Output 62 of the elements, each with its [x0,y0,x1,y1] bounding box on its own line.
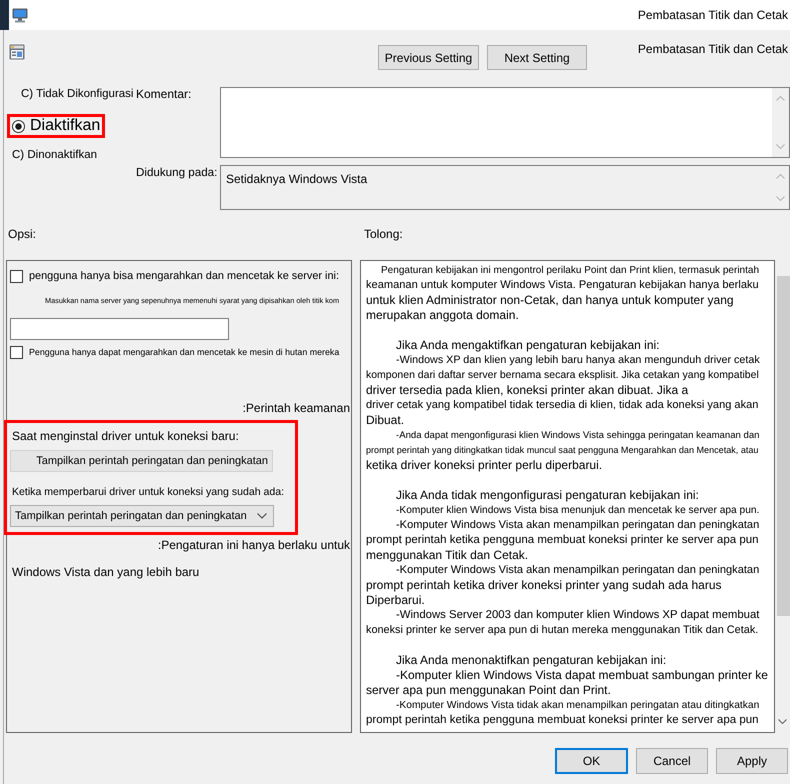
help-text-line: prompt perintah ketika pengguna membuat koneksi printer ke server apa pun [366,533,759,548]
window-title: Pembatasan Titik dan Cetak [638,8,788,22]
checkbox[interactable] [10,346,23,358]
help-text-line: komponen dari daftar server bernama secara eksplisit. Jika cetakan yang kompatibel [366,369,759,383]
help-text-line: -Komputer Windows Vista akan menampilkan peringatan dan peningkatan [396,518,760,533]
prompt-dropdown[interactable]: Tampilkan perintah peringatan dan peningkatan [10,450,273,472]
computer-icon [12,8,28,22]
help-text-line: prompt perintah ketika driver koneksi printer yang sudah ada harus [366,578,722,593]
section-heading: :Perintah keamanan [242,401,350,415]
help-text-line: prompt perintah ketika pengguna membuat koneksi printer ke server apa pun [366,713,759,728]
help-text-line: -Windows XP dan klien yang lebih baru hanya akan mengunduh driver cetak [396,353,760,368]
desktop-edge [0,0,9,30]
help-text-line: keamanan untuk komputer Windows Vista. Pengaturan kebijakan hanya berlaku [366,278,759,293]
help-text-line: driver cetak yang kompatibel tidak tersedia di klien, tidak ada koneksi yang akan [366,398,758,413]
help-text-line: -Windows Server 2003 dan komputer klien Windows XP dapat membuat [396,608,760,623]
setting-name: Pembatasan Titik dan Cetak [638,42,788,56]
scrollbar-thumb[interactable] [777,276,790,616]
prompt-dropdown[interactable]: Tampilkan perintah peringatan dan peningkatan [10,505,274,527]
help-text-line: -Komputer klien Windows Vista dapat membuat sambungan printer ke [396,668,768,683]
help-text-line: koneksi printer ke server apa pun di hutan mereka menggunakan Titik dan Cetak. [366,623,758,638]
checkbox[interactable] [10,270,23,282]
checkbox-label: Pengguna hanya dapat mengarahkan dan mencetak ke mesin di hutan mereka [29,346,340,359]
dialog-button[interactable]: Apply [716,748,788,774]
radio-option[interactable]: C) Tidak Dikonfigurasi [21,87,134,101]
help-text-line: Jika Anda tidak mengonfigurasi pengaturan kebijakan ini: [396,488,699,503]
help-text-line: -Komputer klien Windows Vista bisa menunjuk dan mencetak ke server apa pun. [396,504,760,518]
help-text-line: merupakan anggota domain. [366,308,519,323]
checkbox-label: pengguna hanya bisa mengarahkan dan mencetak ke server ini: [29,269,339,283]
help-text-line: Dibuat. [366,413,404,428]
radio-option[interactable]: Diaktifkan [12,117,100,135]
supported-on-label: Didukung pada: [136,166,218,180]
field-label: Saat menginstal driver untuk koneksi baru: [12,429,239,443]
help-text-line: untuk klien Administrator non-Cetak, dan hanya untuk komputer yang [366,293,734,308]
help-text-line: Jika Anda mengaktifkan pengaturan kebijakan ini: [396,338,660,353]
dialog-button[interactable]: Cancel [636,748,708,774]
field-label: Ketika memperbarui driver untuk koneksi yang sudah ada: [12,485,284,499]
window-icon [9,44,25,60]
nav-button[interactable]: Previous Setting [378,45,479,70]
help-text-line: Jika Anda menonaktifkan pengaturan kebijakan ini: [396,653,666,668]
help-text-line: driver tersedia pada klien, koneksi printer akan dibuat. Jika a [366,383,688,398]
scope-text: Windows Vista dan yang lebih baru [12,565,200,579]
section-heading: :Pengaturan ini hanya berlaku untuk [158,538,350,552]
help-text-line: Diperbarui. [366,593,425,608]
help-text-line: prompt perintah yang ditingkatkan tidak muncul saat pengguna Mengarahkan dan Mencetak, atau [366,444,758,457]
nav-button[interactable]: Next Setting [487,45,587,70]
supported-platforms-text: Setidaknya Windows Vista [226,172,368,186]
chevron-down-icon[interactable] [257,513,267,519]
dialog-button[interactable]: OK [555,748,628,774]
radio-selected-icon[interactable] [12,120,25,132]
help-text-line: Pengaturan kebijakan ini mengontrol perilaku Point dan Print klien, termasuk perintah [381,264,760,278]
help-text-line: -Komputer Windows Vista akan menampilkan peringatan dan peningkatan [396,563,760,578]
options-heading: Opsi: [8,227,36,241]
help-text-line: ketika driver koneksi printer perlu diperbarui. [366,458,602,473]
help-text-line: server apa pun menggunakan Point dan Print. [366,683,611,698]
help-heading: Tolong: [364,227,403,241]
help-text-line: menggunakan Titik dan Cetak. [366,548,528,563]
server-name-field[interactable] [10,318,229,340]
scroll-down-icon[interactable] [778,719,787,724]
help-text-line: -Anda dapat mengonfigurasi klien Windows Vista sehingga peringatan keamanan dan [396,429,760,443]
comment-label: Komentar: [136,87,192,101]
help-text-line: -Komputer Windows Vista tidak akan menampilkan peringatan atau ditingkatkan [396,699,760,713]
radio-option[interactable]: C) Dinonaktifkan [12,148,98,162]
